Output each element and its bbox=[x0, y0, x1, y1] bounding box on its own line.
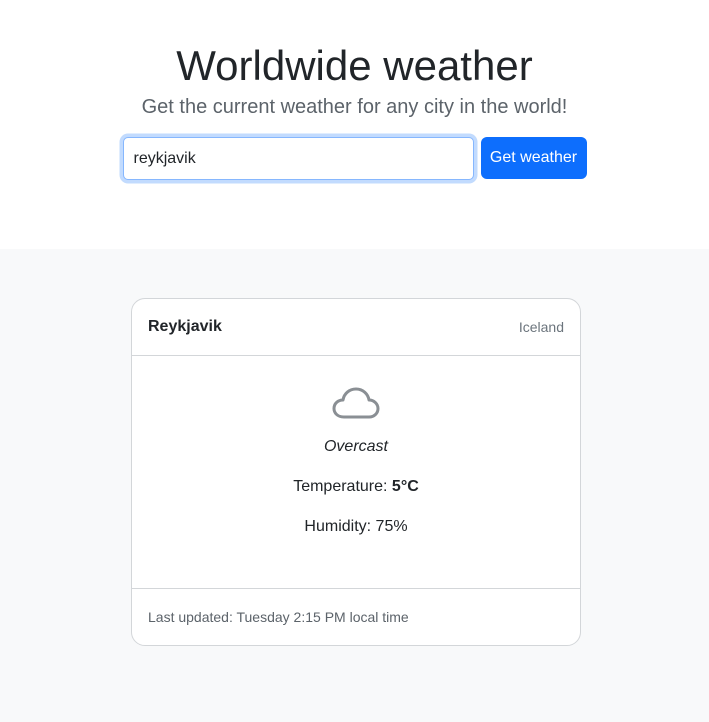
page-title: Worldwide weather bbox=[176, 42, 533, 89]
temperature-line: Temperature: 5°C bbox=[132, 477, 580, 497]
country-name: Iceland bbox=[518, 319, 564, 335]
humidity-value: 75% bbox=[375, 518, 408, 535]
humidity-line: Humidity: 75% bbox=[132, 517, 580, 537]
weather-condition: Overcast bbox=[323, 438, 388, 455]
humidity-label: Humidity: bbox=[304, 518, 372, 535]
temperature-value: 5°C bbox=[391, 478, 419, 495]
cloud-icon bbox=[332, 386, 380, 422]
city-name: Reykjavik bbox=[148, 318, 222, 335]
card-body: Overcast Temperature: 5°C Humidity: 75% bbox=[132, 356, 580, 589]
last-updated-text: Last updated: Tuesday 2:15 PM local time bbox=[148, 609, 409, 625]
page-subtitle: Get the current weather for any city in … bbox=[141, 96, 568, 118]
search-form: Get weather bbox=[0, 137, 709, 180]
weather-card: Reykjavik Iceland Overcast Temperature: … bbox=[131, 298, 581, 646]
temperature-label: Temperature: bbox=[293, 478, 388, 495]
hero-section: Worldwide weather Get the current weathe… bbox=[0, 0, 709, 249]
card-footer: Last updated: Tuesday 2:15 PM local time bbox=[132, 589, 580, 645]
get-weather-button[interactable]: Get weather bbox=[480, 137, 587, 179]
city-search-input[interactable] bbox=[122, 137, 474, 180]
card-header: Reykjavik Iceland bbox=[132, 299, 580, 356]
